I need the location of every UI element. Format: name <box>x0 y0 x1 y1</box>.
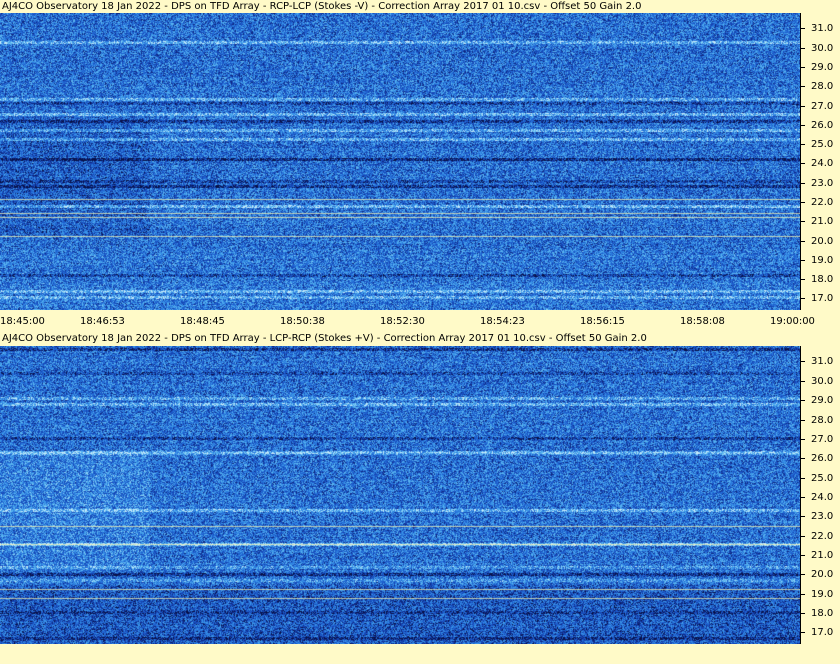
time-tick-label: 18:52:30 <box>380 316 425 327</box>
frequency-tick-label: 24.0 <box>801 492 833 503</box>
frequency-tick-label: 21.0 <box>801 550 833 561</box>
frequency-tick-label: 26.0 <box>801 120 833 131</box>
panel-2-title: AJ4CO Observatory 18 Jan 2022 - DPS on T… <box>2 333 647 344</box>
frequency-tick-label: 22.0 <box>801 197 833 208</box>
time-tick-label: 18:56:15 <box>580 316 625 327</box>
spectrogram-panel-1[interactable] <box>0 13 800 310</box>
frequency-tick-label: 25.0 <box>801 139 833 150</box>
time-tick-label: 18:48:45 <box>180 316 225 327</box>
frequency-tick-label: 30.0 <box>801 43 833 54</box>
frequency-axis-panel-2: 31.0 30.0 29.0 28.0 27.0 26.0 25.0 24.0 23.0 22.0… <box>800 346 840 644</box>
frequency-tick-label: 29.0 <box>801 395 833 406</box>
frequency-tick-label: 23.0 <box>801 178 833 189</box>
frequency-tick-label: 24.0 <box>801 158 833 169</box>
frequency-tick-label: 29.0 <box>801 62 833 73</box>
time-tick-label: 18:54:23 <box>480 316 525 327</box>
frequency-tick-label: 26.0 <box>801 453 833 464</box>
frequency-tick-label: 19.0 <box>801 589 833 600</box>
frequency-tick-label: 31.0 <box>801 23 833 34</box>
frequency-tick-label: 18.0 <box>801 274 833 285</box>
frequency-tick-label: 25.0 <box>801 473 833 484</box>
spectrogram-canvas-1 <box>0 13 800 310</box>
time-tick-label: 18:50:38 <box>280 316 325 327</box>
spectrogram-canvas-2 <box>0 346 800 644</box>
frequency-tick-label: 31.0 <box>801 356 833 367</box>
time-tick-label: 18:45:00 <box>0 316 45 327</box>
frequency-tick-label: 22.0 <box>801 531 833 542</box>
frequency-tick-label: 18.0 <box>801 608 833 619</box>
panel-1-title: AJ4CO Observatory 18 Jan 2022 - DPS on T… <box>2 1 642 12</box>
frequency-tick-label: 19.0 <box>801 255 833 266</box>
frequency-tick-label: 17.0 <box>801 627 833 638</box>
time-tick-label: 19:00:00 <box>770 316 815 327</box>
spectrogram-panel-2[interactable] <box>0 346 800 644</box>
frequency-tick-label: 20.0 <box>801 236 833 247</box>
time-tick-label: 18:46:53 <box>80 316 125 327</box>
bottom-strip <box>0 644 840 664</box>
frequency-tick-label: 27.0 <box>801 434 833 445</box>
frequency-tick-label: 28.0 <box>801 81 833 92</box>
frequency-tick-label: 27.0 <box>801 101 833 112</box>
frequency-tick-label: 21.0 <box>801 216 833 227</box>
frequency-tick-label: 17.0 <box>801 293 833 304</box>
time-tick-label: 18:58:08 <box>680 316 725 327</box>
frequency-tick-label: 30.0 <box>801 376 833 387</box>
time-axis: 18:45:00 18:46:53 18:48:45 18:50:38 18:52:30… <box>0 310 840 330</box>
frequency-axis-panel-1: 31.0 30.0 29.0 28.0 27.0 26.0 25.0 24.0 23.0 22.0… <box>800 13 840 310</box>
frequency-tick-label: 28.0 <box>801 415 833 426</box>
frequency-tick-label: 23.0 <box>801 511 833 522</box>
frequency-tick-label: 20.0 <box>801 569 833 580</box>
